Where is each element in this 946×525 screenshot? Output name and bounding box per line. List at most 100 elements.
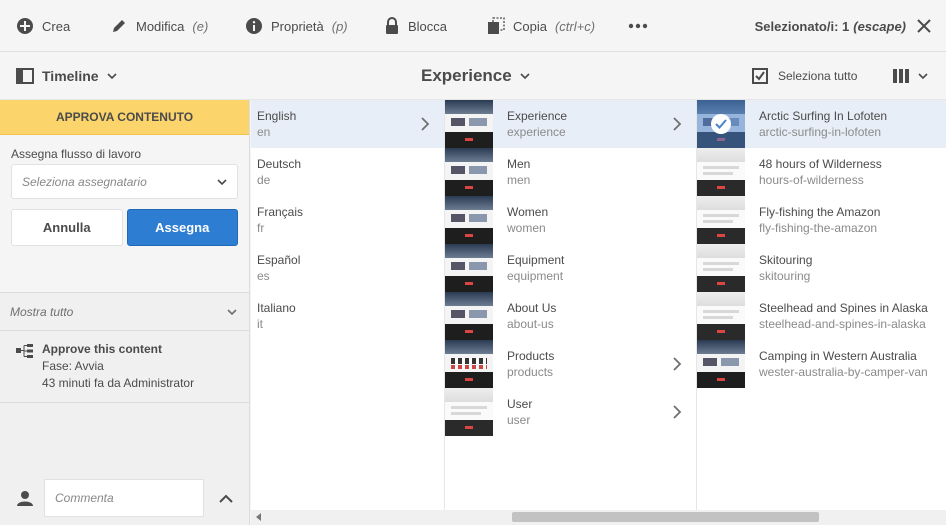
page-thumbnail [445,100,493,148]
row-title: Español [257,253,301,267]
language-row[interactable]: English en [251,100,444,148]
action-bar: Crea Modifica (e) Proprietà (p) Blocca C… [0,0,946,52]
row-title: Experience [507,109,568,123]
row-title: Steelhead and Spines in Alaska [759,301,928,315]
row-name: women [507,221,546,235]
current-path-title: Experience [421,66,512,85]
row-text: Camping in Western Australia wester-austr… [759,348,928,380]
language-row[interactable]: Español es [251,244,444,292]
language-row[interactable]: Deutsch de [251,148,444,196]
secondary-toolbar: Timeline Experience Seleziona tutto [0,52,946,100]
create-label: Crea [42,18,71,34]
rail-toggle-icon [16,68,34,84]
user-icon [17,491,33,506]
page-thumbnail [697,340,745,388]
workflow-label: Assegna flusso di lavoro [11,147,142,161]
assign-button[interactable]: Assegna [126,209,238,246]
timeline-item-meta: 43 minuti fa da Administrator [42,376,195,390]
workflow-panel: Assegna flusso di lavoro Seleziona asseg… [0,135,249,293]
comment-input[interactable]: Commenta [44,479,204,517]
section-row[interactable]: Products products [445,340,696,388]
page-thumbnail [445,148,493,196]
row-text: Steelhead and Spines in Alaska steelhead-… [759,300,928,332]
section-row[interactable]: Men men [445,148,696,196]
row-title: Skitouring [759,253,813,267]
section-row[interactable]: Women women [445,196,696,244]
close-icon[interactable] [916,18,932,34]
workflow-icon [16,344,33,358]
horizontal-scrollbar[interactable] [251,510,946,525]
properties-label: Proprietà [271,18,324,34]
properties-button[interactable]: Proprietà (p) [245,0,348,52]
rail-switcher[interactable]: Timeline [16,52,117,100]
page-row[interactable]: 48 hours of Wilderness hours-of-wildernes… [697,148,946,196]
lock-button[interactable]: Blocca [384,0,447,52]
page-row[interactable]: Fly-fishing the Amazon fly-fishing-the-am… [697,196,946,244]
show-all-filter[interactable]: Mostra tutto [0,293,249,331]
row-name: experience [507,125,566,139]
select-all-button[interactable]: Seleziona tutto [752,52,857,100]
section-row[interactable]: User user [445,388,696,436]
page-row[interactable]: Skitouring skitouring [697,244,946,292]
assignee-select[interactable]: Seleziona assegnatario [11,164,238,199]
column-view-icon [893,69,909,83]
row-title: Women [507,205,549,219]
select-all-label: Seleziona tutto [778,69,858,83]
row-text: Experience experience [507,108,567,140]
section-row[interactable]: Experience experience [445,100,696,148]
edit-button[interactable]: Modifica (e) [110,0,208,52]
page-thumbnail [697,148,745,196]
row-title: About Us [507,301,557,315]
language-row[interactable]: Italiano it [251,292,444,340]
row-name: hours-of-wilderness [759,173,864,187]
language-row[interactable]: Français fr [251,196,444,244]
page-row[interactable]: Arctic Surfing In Lofoten arctic-surfing-… [697,100,946,148]
timeline-item-title: Approve this content [42,342,163,356]
copy-icon [488,17,505,34]
scroll-left-icon[interactable] [256,513,261,521]
lock-icon [386,17,398,34]
row-name: equipment [507,269,564,283]
section-row[interactable]: About Us about-us [445,292,696,340]
scrollbar-thumb[interactable] [512,512,819,522]
timeline-item[interactable]: Approve this content Fase: Avvia 43 minu… [0,331,249,403]
checkbox-checked-icon [752,68,768,84]
view-switcher[interactable] [892,52,928,100]
row-name: products [507,365,554,379]
copy-button[interactable]: Copia (ctrl+c) [487,0,595,52]
chevron-up-icon[interactable] [219,494,233,504]
row-title: Camping in Western Australia [759,349,917,363]
row-name: fr [257,221,265,235]
page-row[interactable]: Steelhead and Spines in Alaska steelhead-… [697,292,946,340]
row-title: Equipment [507,253,565,267]
more-actions-button[interactable] [628,0,648,52]
chevron-down-icon [227,308,237,315]
row-name: en [257,125,271,139]
path-dropdown[interactable]: Experience [421,52,530,100]
section-row[interactable]: Equipment equipment [445,244,696,292]
lock-label: Blocca [408,18,448,34]
create-button[interactable]: Crea [16,0,70,52]
page-thumbnail [445,292,493,340]
row-text: Fly-fishing the Amazon fly-fishing-the-am… [759,204,880,236]
row-text: Italiano it [257,300,296,332]
rail-switcher-label: Timeline [42,68,99,84]
copy-shortcut-hint: (ctrl+c) [554,18,596,34]
column-view: English en Deutsch de Français fr Español es Ita… [251,100,946,510]
cancel-button[interactable]: Annulla [11,209,123,246]
row-name: about-us [507,317,554,331]
properties-shortcut-hint: (p) [331,18,348,34]
row-name: skitouring [759,269,811,283]
page-row[interactable]: Camping in Western Australia wester-austr… [697,340,946,388]
languages-column: English en Deutsch de Français fr Español es Ita… [251,100,445,510]
edit-label: Modifica [136,18,185,34]
edit-shortcut-hint: (e) [192,18,209,34]
row-title: Italiano [257,301,296,315]
row-name: fly-fishing-the-amazon [759,221,878,235]
timeline-rail: APPROVA CONTENUTO Assegna flusso di lavo… [0,100,250,525]
comment-row: Commenta [0,479,250,519]
row-title: User [507,397,533,411]
chevron-right-icon [673,117,682,131]
row-title: Products [507,349,555,363]
row-name: es [257,269,270,283]
